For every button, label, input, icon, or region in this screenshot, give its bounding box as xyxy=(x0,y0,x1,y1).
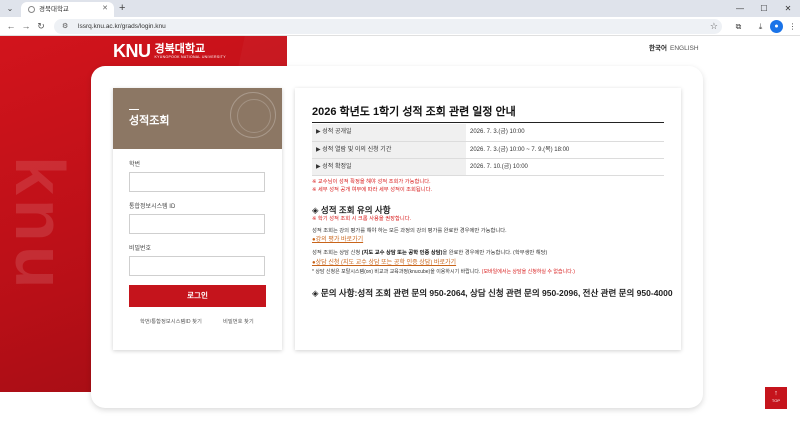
forward-arrow-icon[interactable]: → xyxy=(20,20,32,32)
university-seal-icon xyxy=(230,92,276,138)
address-url: lssrq.knu.ac.kr/grads/login.knu xyxy=(78,23,166,30)
notice-panel: 2026 학년도 1학기 성적 조회 관련 일정 안내 ▶ 성적 공개일 202… xyxy=(295,88,681,350)
tab-search-chevron-icon[interactable]: ⌄ xyxy=(4,3,16,14)
schedule-value: 2026. 7. 10.(금) 10:00 xyxy=(466,158,664,176)
logo-korean-name: 경북대학교 xyxy=(154,42,206,55)
counsel-text-post: 을 완료한 경우에만 가능합니다. (학부생만 해당) xyxy=(442,250,548,256)
notice-title: 2026 학년도 1학기 성적 조회 관련 일정 안내 xyxy=(312,106,516,118)
extensions-icon[interactable]: ⧉ xyxy=(732,20,745,33)
download-icon[interactable]: ⤓ xyxy=(754,20,767,33)
bookmark-star-icon[interactable]: ☆ xyxy=(710,20,718,32)
course-eval-link[interactable]: ●강의 평가 바로가기 xyxy=(312,236,363,244)
title-dash xyxy=(129,109,139,110)
browser-menu-icon[interactable]: ⋮ xyxy=(786,20,799,33)
grade-confirm-note: ※ 교수님이 성적 확정을 해야 성적 조회가 가능합니다. xyxy=(312,179,431,185)
login-header: 성적조회 xyxy=(113,88,282,149)
browser-tabstrip: ⌄ 경북대학교 ✕ + — ☐ ✕ xyxy=(0,0,800,17)
student-id-label: 학번 xyxy=(129,162,141,168)
profile-avatar-icon[interactable]: ● xyxy=(770,20,783,33)
scroll-top-button[interactable]: ↑ TOP xyxy=(765,387,787,409)
schedule-label: ▶ 성적 확정일 xyxy=(312,158,466,176)
password-label: 비밀번호 xyxy=(129,246,152,252)
reload-icon[interactable]: ↻ xyxy=(35,20,47,32)
address-bar[interactable]: ⚙ lssrq.knu.ac.kr/grads/login.knu ☆ xyxy=(54,19,722,34)
page-body: knu KNU 경북대학교 KYUNGPOOK NATIONAL UNIVERS… xyxy=(0,36,800,430)
counsel-text-bold: (지도 교수 상담 또는 공학 인증 상담) xyxy=(361,250,443,256)
eval-requirement-text: 성적 조회는 강의 평가를 해야 하는 모든 과정의 강의 평가를 완료한 경우… xyxy=(312,228,507,234)
login-button[interactable]: 로그인 xyxy=(129,285,266,307)
portal-id-input[interactable] xyxy=(129,214,265,234)
counsel-method-note: * 상담 신청은 포탈시스템(on) 비교과 교육과정(knucube)을 이용… xyxy=(312,269,575,276)
counsel-method-text: * 상담 신청은 포탈시스템(on) 비교과 교육과정(knucube)을 이용… xyxy=(312,269,482,275)
chrome-recommend-note: ※ 학기 성적 조회 시 크롬 사용을 권장합니다. xyxy=(312,216,412,222)
password-input[interactable] xyxy=(129,256,265,276)
schedule-table: ▶ 성적 공개일 2026. 7. 3.(금) 10:00 ▶ 성적 열람 및 … xyxy=(312,124,664,176)
schedule-value: 2026. 7. 3.(금) 10:00 xyxy=(466,124,664,142)
tab-favicon-icon xyxy=(28,6,35,13)
schedule-label: ▶ 성적 공개일 xyxy=(312,124,466,142)
table-row: ▶ 성적 공개일 2026. 7. 3.(금) 10:00 xyxy=(312,124,664,142)
detail-grade-note: ※ 세부 성적 공개 여부에 따라 세부 성적이 조회됩니다. xyxy=(312,187,433,193)
browser-tab[interactable]: 경북대학교 ✕ xyxy=(21,2,114,17)
title-divider xyxy=(312,122,664,123)
find-password-link[interactable]: 비밀번호 찾기 xyxy=(223,319,254,326)
knu-watermark: knu xyxy=(1,156,79,293)
logo-english-name: KYUNGPOOK NATIONAL UNIVERSITY xyxy=(154,54,226,59)
counsel-apply-link[interactable]: ●상담 신청 (지도 교수 상담 또는 공학 인증 상담) 바로가기 xyxy=(312,259,456,267)
logo-mark: KNU xyxy=(113,41,151,61)
knu-logo[interactable]: KNU 경북대학교 KYUNGPOOK NATIONAL UNIVERSITY xyxy=(113,42,226,60)
back-arrow-icon[interactable]: ← xyxy=(5,20,17,32)
schedule-value: 2026. 7. 3.(금) 10:00 ~ 7. 9.(목) 18:00 xyxy=(466,141,664,159)
student-id-input[interactable] xyxy=(129,172,265,192)
caution-title: ◈ 성적 조회 유의 사항 xyxy=(312,205,391,215)
schedule-label: ▶ 성적 열람 및 이의 신청 기간 xyxy=(312,141,466,159)
lang-english-link[interactable]: ENGLISH xyxy=(670,45,699,53)
window-close-icon[interactable]: ✕ xyxy=(776,0,800,17)
login-panel: 성적조회 학번 통합정보시스템 ID 비밀번호 로그인 학번/통합정보시스템ID… xyxy=(113,88,282,350)
portal-id-label: 통합정보시스템 ID xyxy=(129,204,176,210)
tab-title: 경북대학교 xyxy=(39,6,69,13)
site-info-icon[interactable]: ⚙ xyxy=(62,21,68,32)
login-title: 성적조회 xyxy=(129,115,170,127)
counsel-requirement-text: 성적 조회는 상담 신청 (지도 교수 상담 또는 공학 인증 상담)을 완료한… xyxy=(312,250,547,257)
table-row: ▶ 성적 확정일 2026. 7. 10.(금) 10:00 xyxy=(312,158,664,176)
window-maximize-icon[interactable]: ☐ xyxy=(752,0,776,17)
tab-close-icon[interactable]: ✕ xyxy=(102,4,108,14)
table-row: ▶ 성적 열람 및 이의 신청 기간 2026. 7. 3.(금) 10:00 … xyxy=(312,141,664,159)
contact-info: ◈ 문의 사항:성적 조회 관련 문의 950-2064, 상담 신청 관련 문… xyxy=(312,288,673,298)
main-card: 성적조회 학번 통합정보시스템 ID 비밀번호 로그인 학번/통합정보시스템ID… xyxy=(91,66,703,408)
arrow-up-icon: ↑ xyxy=(774,390,778,397)
browser-toolbar: ← → ↻ ⚙ lssrq.knu.ac.kr/grads/login.knu … xyxy=(0,17,800,36)
counsel-text-pre: 성적 조회는 상담 신청 xyxy=(312,250,362,256)
top-label: TOP xyxy=(771,398,781,403)
find-id-link[interactable]: 학번/통합정보시스템ID 찾기 xyxy=(140,319,202,326)
mobile-warning-text: (모바일에서는 상담을 신청하실 수 없습니다.) xyxy=(481,269,575,275)
new-tab-plus-icon[interactable]: + xyxy=(119,2,125,14)
lang-korean-link[interactable]: 한국어 xyxy=(649,45,667,53)
window-minimize-icon[interactable]: — xyxy=(728,0,752,17)
